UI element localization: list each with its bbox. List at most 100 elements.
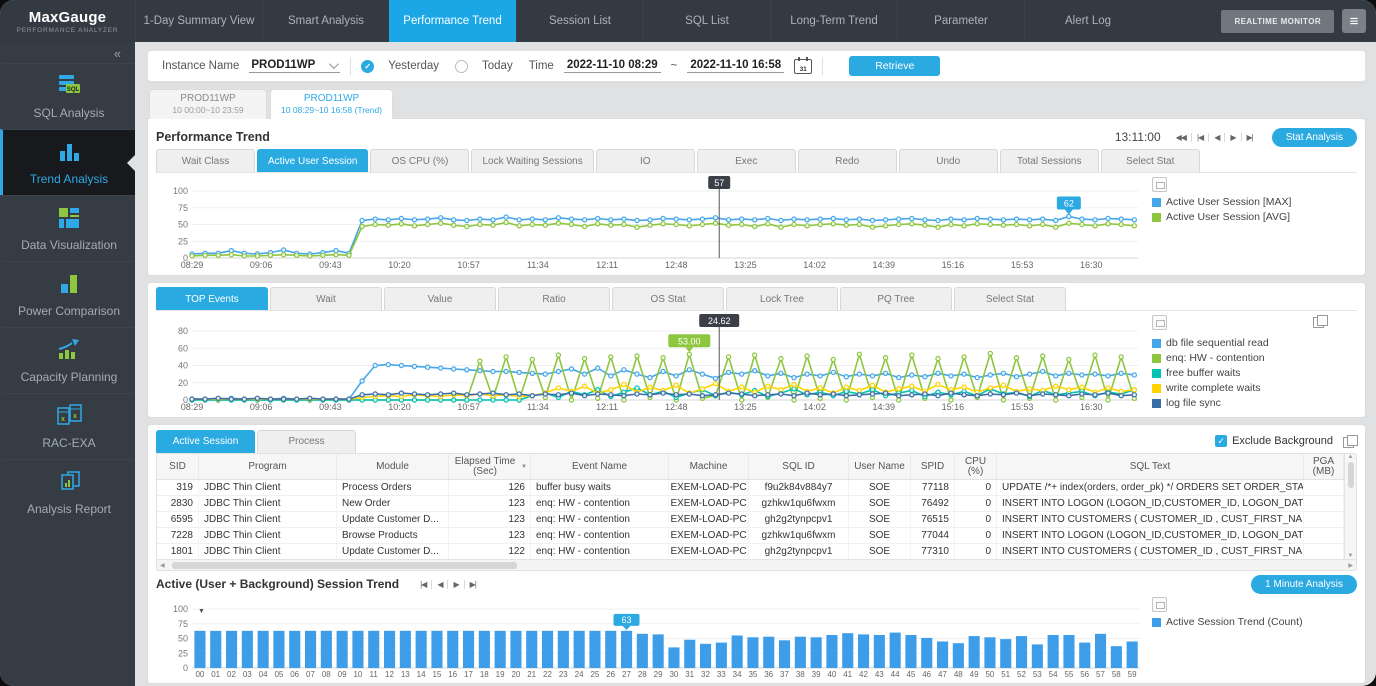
column-header-event-name[interactable]: Event Name <box>531 454 669 479</box>
sidebar-item-sql-analysis[interactable]: SQLSQL Analysis <box>0 63 135 129</box>
table-row[interactable]: 6595JDBC Thin ClientUpdate Customer D...… <box>157 512 1344 528</box>
horizontal-scrollbar[interactable]: ◀ ▶ <box>157 559 1356 570</box>
legend-item-write-complete-waits[interactable]: write complete waits <box>1152 382 1327 394</box>
event-tab-ratio[interactable]: Ratio <box>498 287 610 310</box>
legend-item-active-session-trend-count[interactable]: Active Session Trend (Count) <box>1152 616 1327 628</box>
sidebar-item-power-comparison[interactable]: Power Comparison <box>0 261 135 327</box>
horizontal-scroll-thumb[interactable] <box>172 562 517 569</box>
metric-tab-total-sessions[interactable]: Total Sessions <box>1000 149 1099 172</box>
column-header-program[interactable]: Program <box>199 454 337 479</box>
calendar-icon[interactable]: 31 <box>794 59 812 74</box>
legend-item-active-user-session-max[interactable]: Active User Session [MAX] <box>1152 196 1327 208</box>
event-tab-top-events[interactable]: TOP Events <box>156 287 268 310</box>
metric-tab-undo[interactable]: Undo <box>899 149 998 172</box>
sidebar-item-rac-exa[interactable]: xxRAC-EXA <box>0 393 135 459</box>
event-tab-wait[interactable]: Wait <box>270 287 382 310</box>
sidebar-item-trend-analysis[interactable]: Trend Analysis <box>0 129 135 195</box>
metric-tab-os-cpu[interactable]: OS CPU (%) <box>370 149 469 172</box>
time-nav-icon[interactable]: |◀ <box>1191 133 1208 142</box>
sidebar-collapse-icon[interactable]: « <box>0 42 135 63</box>
scroll-left-icon[interactable]: ◀ <box>157 562 168 569</box>
vertical-scroll-thumb[interactable] <box>1348 462 1354 488</box>
bottom-nav-icon[interactable]: |◀ <box>415 580 431 589</box>
time-from-field[interactable]: 2022-11-10 08:29 <box>564 59 661 73</box>
top-tab-sql-list[interactable]: SQL List <box>643 0 770 42</box>
sidebar-item-data-visualization[interactable]: Data Visualization <box>0 195 135 261</box>
top-tab-alert-log[interactable]: Alert Log <box>1024 0 1151 42</box>
metric-tab-exec[interactable]: Exec <box>697 149 796 172</box>
column-header-module[interactable]: Module <box>337 454 449 479</box>
column-header-user-name[interactable]: User Name <box>849 454 911 479</box>
today-radio[interactable] <box>455 60 468 73</box>
session-tab-process[interactable]: Process <box>257 430 356 453</box>
top-tab-parameter[interactable]: Parameter <box>897 0 1024 42</box>
legend-item-db-file-sequential-read[interactable]: db file sequential read <box>1152 337 1327 349</box>
scroll-right-icon[interactable]: ▶ <box>1345 562 1356 569</box>
metric-tab-io[interactable]: IO <box>596 149 695 172</box>
bottom-nav-icon[interactable]: ▶| <box>464 580 481 589</box>
column-header-sql-id[interactable]: SQL ID <box>749 454 849 479</box>
stat-analysis-button[interactable]: Stat Analysis <box>1272 128 1357 147</box>
time-nav-icon[interactable]: ◀◀ <box>1171 133 1191 142</box>
metric-tab-redo[interactable]: Redo <box>798 149 897 172</box>
event-tab-os-stat[interactable]: OS Stat <box>612 287 724 310</box>
doc-tab-prod11wp-10-08-29-10-16-58-trend[interactable]: PROD11WP10 08:29~10 16:58 (Trend) <box>270 89 393 119</box>
popup-window-icon[interactable] <box>1343 435 1357 447</box>
metric-tab-select-stat[interactable]: Select Stat <box>1101 149 1200 172</box>
column-header-machine[interactable]: Machine <box>669 454 749 479</box>
table-row[interactable]: 7228JDBC Thin ClientBrowse Products123en… <box>157 528 1344 544</box>
top-tab-long-term-trend[interactable]: Long-Term Trend <box>770 0 897 42</box>
popup-window-icon[interactable] <box>1313 315 1327 327</box>
scroll-down-icon[interactable]: ▼ <box>1348 553 1354 559</box>
legend-item-enq-hw-contention[interactable]: enq: HW - contention <box>1152 352 1327 364</box>
time-to-field[interactable]: 2022-11-10 16:58 <box>687 59 784 73</box>
retrieve-button[interactable]: Retrieve <box>849 56 940 76</box>
time-nav-icon[interactable]: ▶ <box>1224 133 1240 142</box>
legend-item-free-buffer-waits[interactable]: free buffer waits <box>1152 367 1327 379</box>
hamburger-menu-icon[interactable]: ≡ <box>1342 9 1366 33</box>
legend-item-log-file-sync[interactable]: log file sync <box>1152 397 1327 409</box>
event-tab-lock-tree[interactable]: Lock Tree <box>726 287 838 310</box>
column-header-spid[interactable]: SPID <box>911 454 955 479</box>
table-row[interactable]: 1801JDBC Thin ClientUpdate Customer D...… <box>157 544 1344 559</box>
top-events-chart[interactable]: 02040608008:2909:0609:4310:2010:5711:341… <box>156 313 1146 413</box>
session-tab-active-session[interactable]: Active Session <box>156 430 255 453</box>
exclude-background-checkbox[interactable]: ✓ <box>1215 435 1227 447</box>
event-tab-select-stat[interactable]: Select Stat <box>954 287 1066 310</box>
sidebar-item-analysis-report[interactable]: Analysis Report <box>0 459 135 525</box>
top-tab-smart-analysis[interactable]: Smart Analysis <box>262 0 389 42</box>
top-tab-performance-trend[interactable]: Performance Trend <box>389 0 516 42</box>
time-nav-icon[interactable]: ◀ <box>1208 133 1224 142</box>
vertical-scrollbar[interactable]: ▲ ▼ <box>1344 454 1356 559</box>
metric-tab-active-user-session[interactable]: Active User Session <box>257 149 368 172</box>
column-header-pga-mb[interactable]: PGA (MB) <box>1304 454 1344 479</box>
event-tab-pq-tree[interactable]: PQ Tree <box>840 287 952 310</box>
yesterday-label[interactable]: Yesterday <box>388 60 439 72</box>
metric-tab-wait-class[interactable]: Wait Class <box>156 149 255 172</box>
bottom-nav-icon[interactable]: ▶ <box>447 580 463 589</box>
top-tab-session-list[interactable]: Session List <box>516 0 643 42</box>
table-row[interactable]: 319JDBC Thin ClientProcess Orders126buff… <box>157 480 1344 496</box>
sidebar-item-capacity-planning[interactable]: Capacity Planning <box>0 327 135 393</box>
legend-settings-icon[interactable] <box>1152 177 1167 192</box>
event-tab-value[interactable]: Value <box>384 287 496 310</box>
doc-tab-prod11wp-10-00-00-10-23-59[interactable]: PROD11WP10 00:00~10 23:59 <box>149 89 267 119</box>
table-row[interactable]: 2830JDBC Thin ClientNew Order123enq: HW … <box>157 496 1344 512</box>
bottom-nav-icon[interactable]: ◀ <box>431 580 447 589</box>
column-header-sql-text[interactable]: SQL Text <box>997 454 1304 479</box>
active-user-session-chart[interactable]: 025507510008:2909:0609:4310:2010:5711:34… <box>156 175 1146 271</box>
metric-tab-lock-waiting-sessions[interactable]: Lock Waiting Sessions <box>471 149 593 172</box>
scroll-up-icon[interactable]: ▲ <box>1348 454 1354 460</box>
column-header-sid[interactable]: SID <box>157 454 199 479</box>
instance-name-dropdown[interactable]: PROD11WP <box>249 59 340 73</box>
today-label[interactable]: Today <box>482 60 513 72</box>
realtime-monitor-button[interactable]: REALTIME MONITOR <box>1221 10 1334 33</box>
legend-settings-icon[interactable] <box>1152 597 1167 612</box>
column-header-cpu[interactable]: CPU (%) <box>955 454 997 479</box>
column-header-elapsed-time-sec[interactable]: Elapsed Time (Sec)▼ <box>449 454 531 479</box>
yesterday-radio[interactable]: ✓ <box>361 60 374 73</box>
time-nav-icon[interactable]: ▶| <box>1241 133 1258 142</box>
top-tab-1-day-summary-view[interactable]: 1-Day Summary View <box>135 0 262 42</box>
legend-settings-icon[interactable] <box>1152 315 1167 330</box>
one-minute-analysis-button[interactable]: 1 Minute Analysis <box>1251 575 1357 594</box>
